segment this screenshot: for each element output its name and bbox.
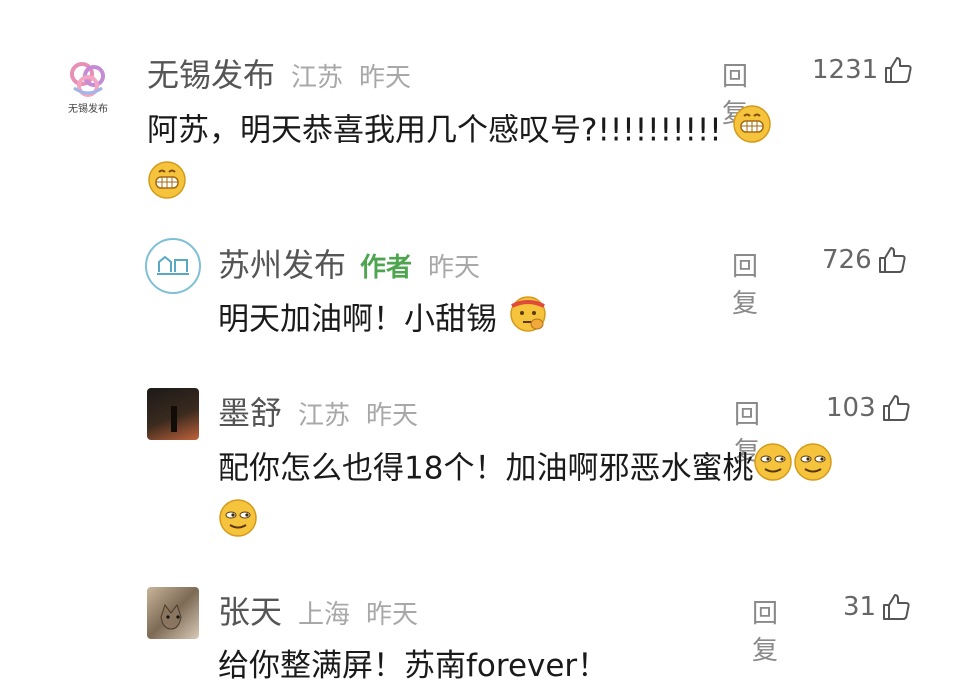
timestamp: 昨天 xyxy=(366,600,419,630)
region-label: 上海 xyxy=(298,600,351,630)
thumbs-up-icon xyxy=(882,395,910,421)
cat-photo-icon xyxy=(160,603,182,630)
grinning-face-icon xyxy=(147,160,187,216)
like-button[interactable]: 726 xyxy=(822,244,908,276)
thumbs-up-icon xyxy=(878,247,906,273)
suzhou-logo-icon xyxy=(157,255,189,275)
comment-text: 配你怎么也得18个！加油啊邪恶水蜜桃 xyxy=(218,450,754,487)
avatar[interactable] xyxy=(147,388,199,440)
author-badge: 作者 xyxy=(360,253,413,283)
smirking-face-icon xyxy=(753,442,793,498)
like-button[interactable]: 103 xyxy=(826,392,912,424)
smirking-face-icon xyxy=(793,442,833,498)
thinking-face-icon xyxy=(507,292,549,350)
username[interactable]: 苏州发布 xyxy=(218,240,346,286)
like-button[interactable]: 1231 xyxy=(812,54,914,86)
comment-text: 给你整满屏！苏南forever！ xyxy=(218,648,609,684)
avatar-caption: 无锡发布 xyxy=(68,104,108,115)
username[interactable]: 墨舒 xyxy=(218,388,282,434)
username[interactable]: 无锡发布 xyxy=(147,50,275,96)
avatar[interactable] xyxy=(145,238,201,294)
timestamp: 昨天 xyxy=(359,63,412,93)
like-button[interactable]: 31 xyxy=(843,591,912,623)
thumbs-up-icon xyxy=(883,594,910,620)
comment-text: 阿苏，明天恭喜我用几个感叹号?!!!!!!!!!! xyxy=(147,112,722,149)
like-count: 1231 xyxy=(812,55,879,85)
thumbs-up-icon xyxy=(885,57,912,83)
avatar[interactable] xyxy=(147,587,199,639)
comment-text: 明天加油啊！小甜锡 xyxy=(218,301,497,338)
like-count: 31 xyxy=(843,592,877,622)
username[interactable]: 张天 xyxy=(218,587,282,633)
region-label: 江苏 xyxy=(291,63,344,93)
region-label: 江苏 xyxy=(298,401,351,431)
like-count: 103 xyxy=(826,393,876,423)
avatar[interactable]: 无锡发布 xyxy=(52,48,124,120)
like-count: 726 xyxy=(822,245,872,275)
timestamp: 昨天 xyxy=(428,253,481,283)
smirking-face-icon xyxy=(218,498,258,554)
grinning-face-icon xyxy=(732,104,772,160)
timestamp: 昨天 xyxy=(366,401,419,431)
user-photo-icon xyxy=(171,406,177,432)
